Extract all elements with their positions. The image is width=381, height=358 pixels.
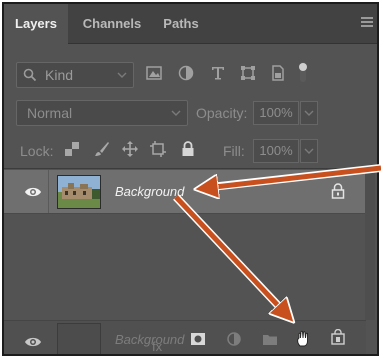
- lock-image-pixels-brush-icon[interactable]: [94, 141, 110, 157]
- chevron-down-icon: [304, 110, 314, 116]
- pixel-layer-filter-icon[interactable]: [146, 65, 162, 81]
- fill-input[interactable]: 100%: [253, 139, 299, 163]
- shape-layer-filter-icon[interactable]: [240, 65, 256, 81]
- lock-label: Lock:: [20, 143, 54, 159]
- lock-all-icon[interactable]: [180, 141, 196, 157]
- lock-position-move-icon[interactable]: [122, 141, 138, 157]
- chevron-down-icon: [171, 110, 181, 116]
- divider: [48, 170, 49, 213]
- delete-layer-trash-icon[interactable]: [330, 329, 346, 349]
- layer-thumbnail-image: [58, 176, 100, 208]
- opacity-label: Opacity:: [196, 105, 248, 121]
- chevron-down-icon: [117, 72, 127, 78]
- dragged-layer-ghost: Background fx: [4, 320, 366, 354]
- scrollbar[interactable]: [365, 170, 375, 320]
- adjustment-layer-icon[interactable]: [226, 331, 242, 347]
- layer-thumbnail: [57, 175, 101, 209]
- blend-mode-select[interactable]: Normal: [16, 100, 188, 126]
- fill-dropdown-button[interactable]: [300, 139, 318, 163]
- blend-row: Normal Opacity: 100%: [4, 100, 377, 128]
- filter-kind-label: Kind: [45, 67, 74, 83]
- opacity-input[interactable]: 100%: [253, 101, 299, 125]
- eye-visibility-icon[interactable]: [24, 185, 42, 199]
- layer-lock-icon: [331, 183, 345, 199]
- smart-object-filter-icon[interactable]: [270, 65, 286, 81]
- opacity-dropdown-button[interactable]: [300, 101, 318, 125]
- tab-channels[interactable]: Channels: [74, 4, 150, 44]
- fill-label: Fill:: [223, 143, 245, 159]
- add-layer-style-button[interactable]: fx: [152, 339, 162, 354]
- layer-name[interactable]: Background: [115, 184, 184, 199]
- hand-cursor-icon: [297, 330, 308, 347]
- layer-row-background[interactable]: Background: [4, 170, 366, 214]
- search-icon: [23, 68, 37, 82]
- filter-row: Kind: [4, 60, 377, 90]
- ghost-thumbnail: [57, 323, 101, 354]
- type-layer-filter-icon[interactable]: [210, 65, 226, 81]
- folder-icon[interactable]: [262, 331, 278, 347]
- blend-mode-value: Normal: [27, 105, 73, 121]
- filter-kind-select[interactable]: Kind: [16, 62, 134, 88]
- add-layer-mask-icon[interactable]: [190, 331, 206, 347]
- lock-row: Lock: Fill: 100%: [4, 138, 377, 166]
- divider: [4, 168, 377, 169]
- tab-paths[interactable]: Paths: [154, 4, 208, 44]
- filter-toggle-icon[interactable]: [296, 61, 310, 83]
- chevron-down-icon: [304, 148, 314, 154]
- eye-visibility-icon: [25, 337, 41, 347]
- lock-artboard-icon[interactable]: [150, 141, 166, 157]
- panel-tab-bar: Layers Channels Paths: [4, 4, 377, 44]
- layers-panel: Layers Channels Paths Kind Normal Opacit…: [2, 2, 379, 356]
- ghost-layer-name: Background: [115, 332, 185, 347]
- adjustment-layer-filter-icon[interactable]: [178, 65, 194, 81]
- lock-transparent-pixels-icon[interactable]: [64, 141, 80, 157]
- tab-layers[interactable]: Layers: [4, 4, 68, 44]
- panel-menu-icon[interactable]: [361, 17, 373, 29]
